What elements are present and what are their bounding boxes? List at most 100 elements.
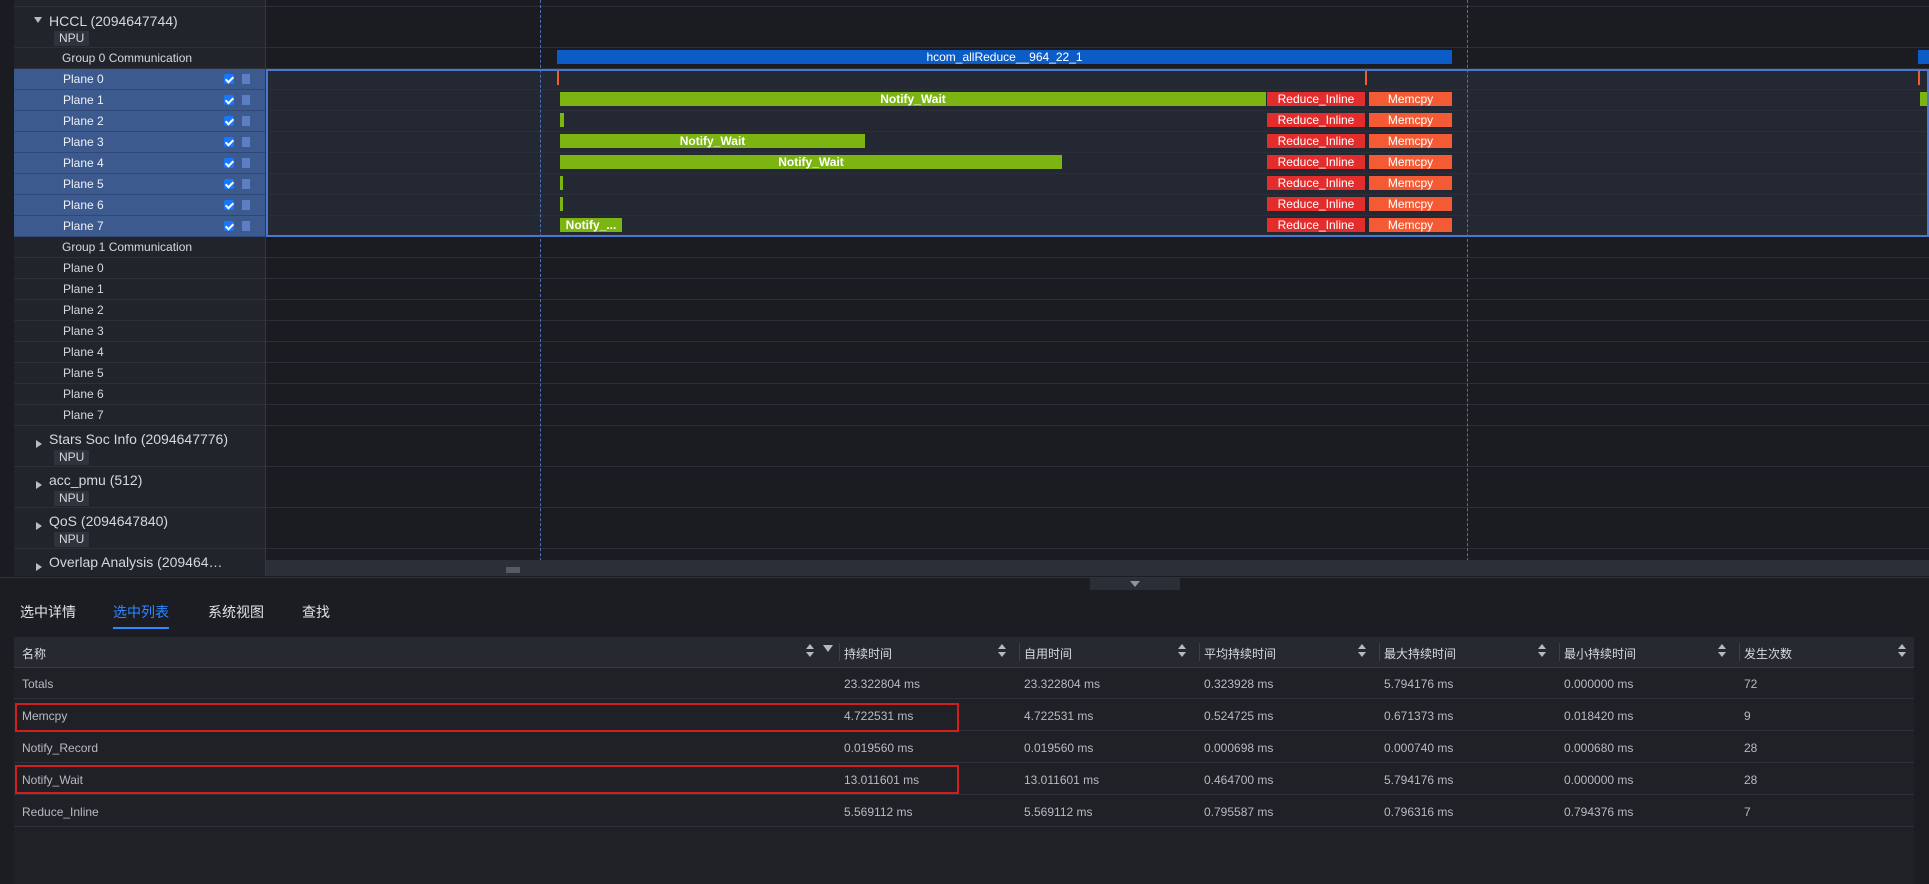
pin-icon[interactable]	[242, 74, 250, 84]
plane-label: Plane 1	[63, 93, 104, 107]
track-g0-plane-7[interactable]: Plane 7	[14, 216, 265, 237]
tab-system-view[interactable]: 系统视图	[208, 602, 264, 622]
track-g0-plane-3[interactable]: Plane 3	[14, 132, 265, 153]
sort-icon[interactable]	[806, 644, 814, 658]
track-overlap[interactable]: Overlap Analysis (209464…	[14, 549, 265, 576]
cell-count: 9	[1744, 709, 1751, 723]
sort-icon[interactable]	[1358, 644, 1366, 658]
track-group0[interactable]: Group 0 Communication	[14, 48, 265, 69]
column-divider[interactable]	[1019, 643, 1020, 661]
plane-label: Plane 7	[63, 219, 104, 233]
sort-icon[interactable]	[1898, 644, 1906, 658]
col-count[interactable]: 发生次数	[1744, 645, 1792, 662]
track-acc-pmu[interactable]: acc_pmu (512) NPU	[14, 467, 265, 508]
expand-icon[interactable]	[36, 522, 42, 530]
col-max-duration[interactable]: 最大持续时间	[1384, 645, 1456, 662]
slice-allreduce[interactable]: hcom_allReduce__964_22_1	[557, 50, 1452, 64]
track-qos[interactable]: QoS (2094647840) NPU	[14, 508, 265, 549]
checkbox-checked-icon[interactable]	[224, 158, 234, 168]
track-g0-plane-5[interactable]: Plane 5	[14, 174, 265, 195]
time-marker-line[interactable]	[1467, 0, 1468, 576]
selection-rectangle	[266, 69, 1929, 237]
track-overlap-title: Overlap Analysis (209464…	[49, 554, 223, 570]
horizontal-scrollbar[interactable]	[266, 560, 1929, 576]
column-divider[interactable]	[1379, 643, 1380, 661]
track-g1-plane-5[interactable]: Plane 5	[14, 363, 265, 384]
tab-selection-list[interactable]: 选中列表	[113, 602, 169, 629]
checkbox-checked-icon[interactable]	[224, 74, 234, 84]
col-name[interactable]: 名称	[22, 645, 46, 662]
track-g0-plane-1[interactable]: Plane 1	[14, 90, 265, 111]
pin-icon[interactable]	[242, 179, 250, 189]
track-stars-soc[interactable]: Stars Soc Info (2094647776) NPU	[14, 426, 265, 467]
filter-icon[interactable]	[823, 645, 833, 652]
selection-list-table: 名称 持续时间 自用时间 平均持续时间 最大持续时间 最小持续时间 发生次数 T…	[14, 637, 1914, 884]
track-g1-plane-2[interactable]: Plane 2	[14, 300, 265, 321]
table-row-totals[interactable]: Totals 23.322804 ms 23.322804 ms 0.32392…	[14, 667, 1914, 699]
col-duration[interactable]: 持续时间	[844, 645, 892, 662]
panel-divider[interactable]	[0, 577, 1929, 593]
track-hccl[interactable]: HCCL (2094647744) NPU	[14, 7, 265, 48]
checkbox-checked-icon[interactable]	[224, 200, 234, 210]
track-g0-plane-2[interactable]: Plane 2	[14, 111, 265, 132]
track-g0-plane-0[interactable]: Plane 0	[14, 69, 265, 90]
track-group1[interactable]: Group 1 Communication	[14, 237, 265, 258]
checkbox-checked-icon[interactable]	[224, 179, 234, 189]
track-g1-plane-4[interactable]: Plane 4	[14, 342, 265, 363]
sort-icon[interactable]	[1178, 644, 1186, 658]
expand-icon[interactable]	[36, 563, 42, 571]
tab-selection-details[interactable]: 选中详情	[20, 602, 76, 622]
lane	[266, 342, 1929, 363]
lane	[266, 279, 1929, 300]
slice-allreduce-next[interactable]	[1918, 50, 1929, 64]
cell-max-duration: 5.794176 ms	[1384, 677, 1454, 691]
npu-tag: NPU	[54, 532, 90, 547]
cell-self-time: 5.569112 ms	[1024, 805, 1093, 819]
track-canvas[interactable]: hcom_allReduce__964_22_1 Notify_Wait Red…	[266, 0, 1929, 576]
checkbox-checked-icon[interactable]	[224, 221, 234, 231]
col-avg-duration[interactable]: 平均持续时间	[1204, 645, 1276, 662]
column-divider[interactable]	[1199, 643, 1200, 661]
pin-icon[interactable]	[242, 158, 250, 168]
group1-label: Group 1 Communication	[62, 240, 193, 254]
track-g0-plane-4[interactable]: Plane 4	[14, 153, 265, 174]
column-divider[interactable]	[1559, 643, 1560, 661]
track-g1-plane-6[interactable]: Plane 6	[14, 384, 265, 405]
lane-group0: hcom_allReduce__964_22_1	[266, 48, 1929, 69]
track-tree: HCCL (2094647744) NPU Group 0 Communicat…	[14, 0, 266, 576]
table-row-notify-record[interactable]: Notify_Record 0.019560 ms 0.019560 ms 0.…	[14, 731, 1914, 763]
checkbox-checked-icon[interactable]	[224, 116, 234, 126]
pin-icon[interactable]	[242, 221, 250, 231]
track-g1-plane-1[interactable]: Plane 1	[14, 279, 265, 300]
expand-icon[interactable]	[36, 481, 42, 489]
plane-label: Plane 6	[63, 387, 104, 401]
collapse-icon[interactable]	[34, 17, 42, 23]
col-self-time[interactable]: 自用时间	[1024, 645, 1072, 662]
collapse-panel-icon[interactable]	[1090, 578, 1180, 590]
lane	[266, 508, 1929, 549]
pin-icon[interactable]	[242, 116, 250, 126]
plane-label: Plane 6	[63, 198, 104, 212]
plane-label: Plane 0	[63, 72, 104, 86]
cell-duration: 5.569112 ms	[844, 805, 913, 819]
track-g1-plane-0[interactable]: Plane 0	[14, 258, 265, 279]
column-divider[interactable]	[839, 643, 840, 661]
track-g1-plane-7[interactable]: Plane 7	[14, 405, 265, 426]
track-g1-plane-3[interactable]: Plane 3	[14, 321, 265, 342]
expand-icon[interactable]	[36, 440, 42, 448]
pin-icon[interactable]	[242, 200, 250, 210]
pin-icon[interactable]	[242, 95, 250, 105]
checkbox-checked-icon[interactable]	[224, 137, 234, 147]
tab-search[interactable]: 查找	[302, 602, 330, 622]
scrollbar-thumb[interactable]	[506, 567, 520, 573]
col-min-duration[interactable]: 最小持续时间	[1564, 645, 1636, 662]
pin-icon[interactable]	[242, 137, 250, 147]
sort-icon[interactable]	[1538, 644, 1546, 658]
column-divider[interactable]	[1739, 643, 1740, 661]
table-row-reduce-inline[interactable]: Reduce_Inline 5.569112 ms 5.569112 ms 0.…	[14, 795, 1914, 827]
track-g0-plane-6[interactable]: Plane 6	[14, 195, 265, 216]
checkbox-checked-icon[interactable]	[224, 95, 234, 105]
time-marker-line[interactable]	[540, 0, 541, 576]
sort-icon[interactable]	[1718, 644, 1726, 658]
sort-icon[interactable]	[998, 644, 1006, 658]
